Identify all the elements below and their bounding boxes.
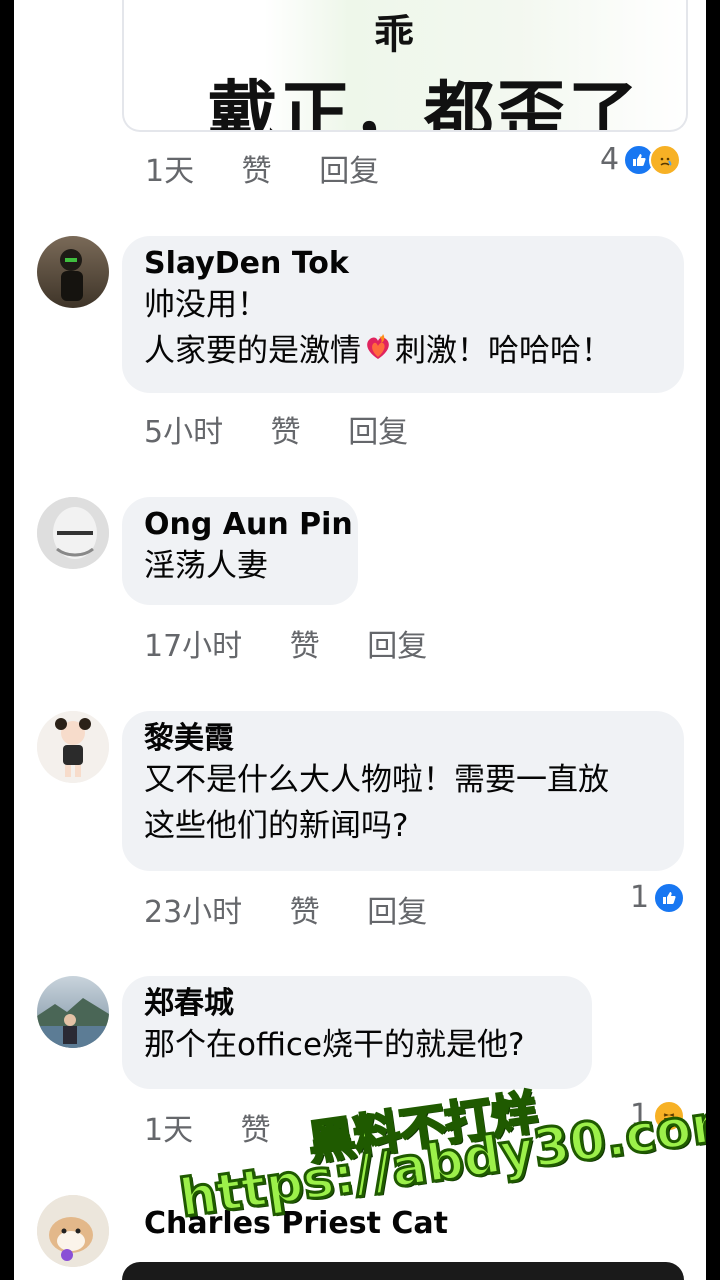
fire-heart-icon [361, 329, 395, 376]
comment-meta: 5小时 赞 回复 [144, 407, 408, 451]
comment-bubble: 黎美霞 又不是什么大人物啦！需要一直放 这些他们的新闻吗? [122, 711, 684, 871]
meme-line-1: 乖 [374, 12, 414, 58]
timestamp: 23小时 [144, 895, 243, 930]
avatar[interactable] [37, 236, 109, 308]
comment-bubble: SlayDen Tok 帅没用！ 人家要的是激情 刺激！哈哈哈！ [122, 236, 684, 393]
timestamp: 1天 [145, 154, 195, 189]
comment-author[interactable]: Ong Aun Pin [144, 507, 353, 543]
reaction-count: 4 [600, 142, 620, 177]
comment-meta: 1天 赞 回复 [145, 146, 379, 190]
comment-author[interactable]: 郑春城 [144, 986, 570, 1022]
timestamp: 1天 [144, 1113, 194, 1148]
timestamp: 17小时 [144, 629, 243, 664]
avatar[interactable] [37, 1195, 109, 1267]
reply-button[interactable]: 回复 [348, 407, 408, 451]
meme-line-2: 戴正，都歪了 [208, 73, 640, 132]
avatar[interactable] [37, 711, 109, 783]
comment-author[interactable]: SlayDen Tok [144, 246, 662, 282]
meme-image[interactable]: 乖 戴正，都歪了 [122, 0, 688, 132]
avatar[interactable] [37, 976, 109, 1048]
comment-media-image[interactable] [122, 1262, 684, 1280]
like-button[interactable]: 赞 [242, 146, 272, 190]
reaction-summary[interactable]: 1 [630, 880, 686, 915]
like-icon [653, 881, 686, 914]
comment-text-line: 淫荡人妻 [144, 548, 268, 584]
avatar[interactable] [37, 497, 109, 569]
reply-button[interactable]: 回复 [367, 621, 427, 665]
comment-text-line: 那个在office烧干的就是他? [144, 1027, 525, 1063]
like-button[interactable]: 赞 [271, 407, 301, 451]
like-button[interactable]: 赞 [241, 1105, 271, 1149]
comment-meta: 23小时 赞 回复 [144, 887, 427, 931]
comments-screen: 乖 戴正，都歪了 1天 赞 回复 4 SlayDen Tok 帅没用！ 人家要的… [14, 0, 706, 1280]
sad-icon [649, 143, 682, 176]
comment-text-line: 又不是什么大人物啦！需要一直放 [144, 762, 609, 798]
comment-text-line: 帅没用！ [144, 287, 268, 323]
reply-button[interactable]: 回复 [319, 146, 379, 190]
comment-meta: 1天 赞 [144, 1105, 271, 1149]
reaction-count: 1 [630, 880, 650, 915]
reply-button[interactable]: 回复 [367, 887, 427, 931]
comment-meta: 17小时 赞 回复 [144, 621, 427, 665]
timestamp: 5小时 [144, 415, 224, 450]
comment-author[interactable]: 黎美霞 [144, 721, 662, 757]
comment-text-line: 这些他们的新闻吗? [144, 808, 409, 844]
comment-bubble: 郑春城 那个在office烧干的就是他? [122, 976, 592, 1089]
like-button[interactable]: 赞 [290, 621, 320, 665]
reaction-summary[interactable]: 4 [600, 142, 682, 177]
comment-text-line: 人家要的是激情 刺激！哈哈哈！ [144, 328, 662, 376]
comment-bubble: Ong Aun Pin 淫荡人妻 [122, 497, 358, 605]
like-button[interactable]: 赞 [290, 887, 320, 931]
